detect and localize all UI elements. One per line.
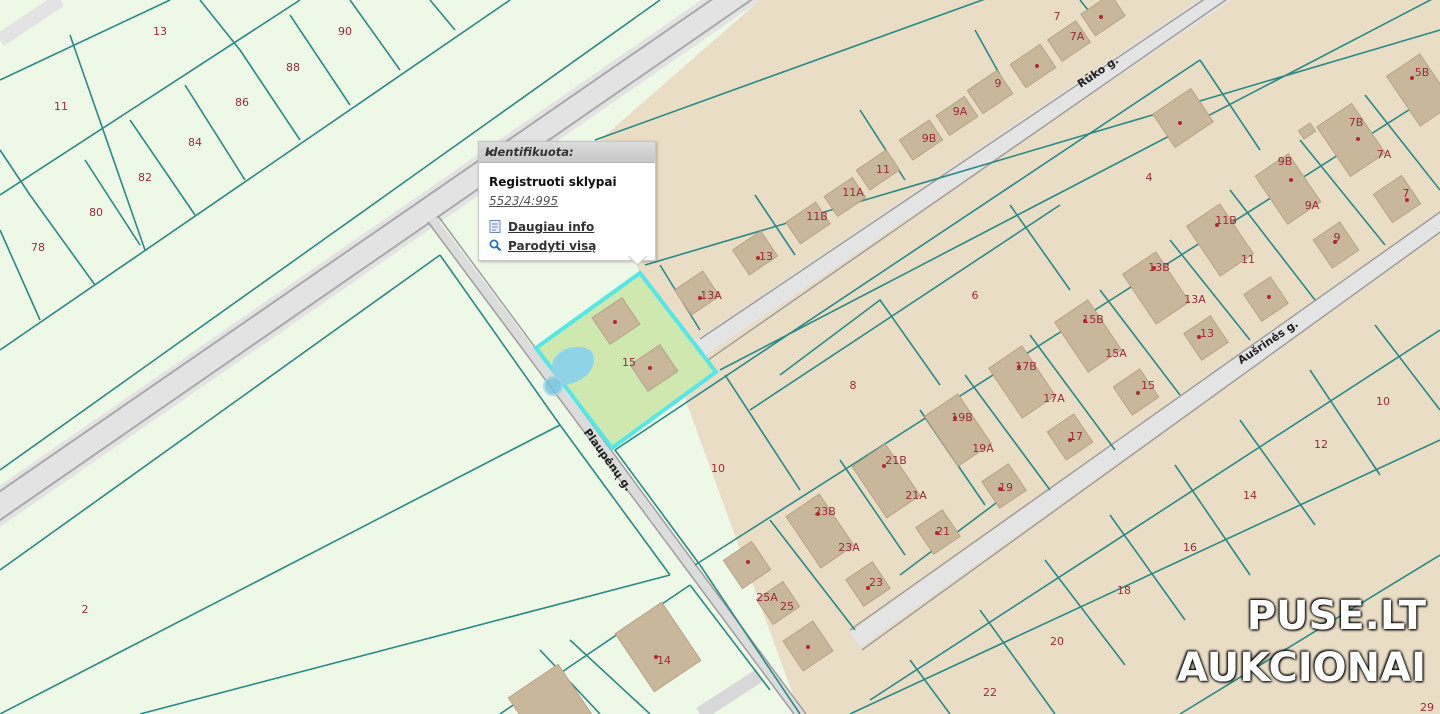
parcel-label: 13B <box>1148 261 1170 274</box>
parcel-label: 11A <box>842 186 864 199</box>
parcel-label: 15 <box>622 356 636 369</box>
parcel-label: 9 <box>995 77 1002 90</box>
parcel-label: 80 <box>89 206 103 219</box>
parcel-label: 13A <box>1184 293 1206 306</box>
parcel-label: 14 <box>657 654 671 667</box>
watermark: PUSE.LT AUKCIONAI <box>1177 590 1426 694</box>
parcel-label: 7B <box>1349 116 1364 129</box>
more-info-link[interactable]: Daugiau info <box>489 220 594 234</box>
parcel-label: 9A <box>953 105 968 118</box>
parcel-label: 88 <box>286 61 300 74</box>
parcel-label: 86 <box>235 96 249 109</box>
parcel-label: 2 <box>82 603 89 616</box>
parcel-label: 18 <box>1117 584 1131 597</box>
popup-heading: Registruoti sklypai <box>489 175 617 189</box>
parcel-label: 11B <box>806 210 828 223</box>
parcel-label: 12 <box>1314 438 1328 451</box>
more-info-label: Daugiau info <box>508 220 595 234</box>
parcel-label: 9B <box>1278 155 1293 168</box>
parcel-label: 13 <box>759 250 773 263</box>
parcel-label: 13A <box>700 289 722 302</box>
parcel-label: 9B <box>922 132 937 145</box>
parcel-label: 29 <box>1420 701 1434 714</box>
parcel-label: 11 <box>1241 253 1255 266</box>
show-all-label: Parodyti visą <box>508 239 597 253</box>
parcel-label: 25 <box>780 600 794 613</box>
parcel-label: 25A <box>756 591 778 604</box>
watermark-line-1: PUSE.LT <box>1246 593 1426 639</box>
parcel-label: 5B <box>1415 66 1430 79</box>
parcel-label: 10 <box>1376 395 1390 408</box>
parcel-id-link[interactable]: 5523/4:995 <box>489 194 558 208</box>
parcel-label: 78 <box>31 241 45 254</box>
parcel-label: 7A <box>1377 148 1392 161</box>
parcel-label: 7 <box>1403 187 1410 200</box>
parcel-label: 4 <box>1146 171 1153 184</box>
magnifier-icon <box>489 239 503 252</box>
parcel-label: 10 <box>711 462 725 475</box>
parcel-label: 82 <box>138 171 152 184</box>
parcel-label: 8 <box>850 379 857 392</box>
show-all-link[interactable]: Parodyti visą <box>489 239 596 253</box>
parcel-label: 21A <box>905 489 927 502</box>
parcel-label: 7 <box>1054 10 1061 23</box>
parcel-label: 19A <box>972 442 994 455</box>
parcel-label: 15A <box>1105 347 1127 360</box>
cadastral-map[interactable]: 13 90 88 86 84 82 80 78 11 2 13A 13 11B … <box>0 0 1440 714</box>
parcel-label: 7A <box>1070 30 1085 43</box>
watermark-line-2: AUKCIONAI <box>1177 645 1426 691</box>
parcel-label: 11 <box>876 163 890 176</box>
parcel-label: 90 <box>338 25 352 38</box>
parcel-label: 15 <box>1141 379 1155 392</box>
parcel-label: 23 <box>869 576 883 589</box>
identify-popup: Identifikuota: × Registruoti sklypai 552… <box>478 141 656 266</box>
popup-header: Identifikuota: × <box>479 142 655 163</box>
parcel-label: 23B <box>814 505 836 518</box>
document-icon <box>489 220 503 233</box>
parcel-label: 14 <box>1243 489 1257 502</box>
parcel-label: 84 <box>188 136 202 149</box>
parcel-label: 21B <box>885 454 907 467</box>
parcel-label: 13 <box>1200 327 1214 340</box>
close-icon[interactable]: × <box>485 145 651 159</box>
parcel-label: 23A <box>838 541 860 554</box>
parcel-label: 20 <box>1050 635 1064 648</box>
parcel-label: 16 <box>1183 541 1197 554</box>
parcel-label: 6 <box>972 289 979 302</box>
parcel-label: 22 <box>983 686 997 699</box>
parcel-label: 9A <box>1305 199 1320 212</box>
parcel-label: 17A <box>1043 392 1065 405</box>
parcel-label: 13 <box>153 25 167 38</box>
parcel-label: 11 <box>54 100 68 113</box>
